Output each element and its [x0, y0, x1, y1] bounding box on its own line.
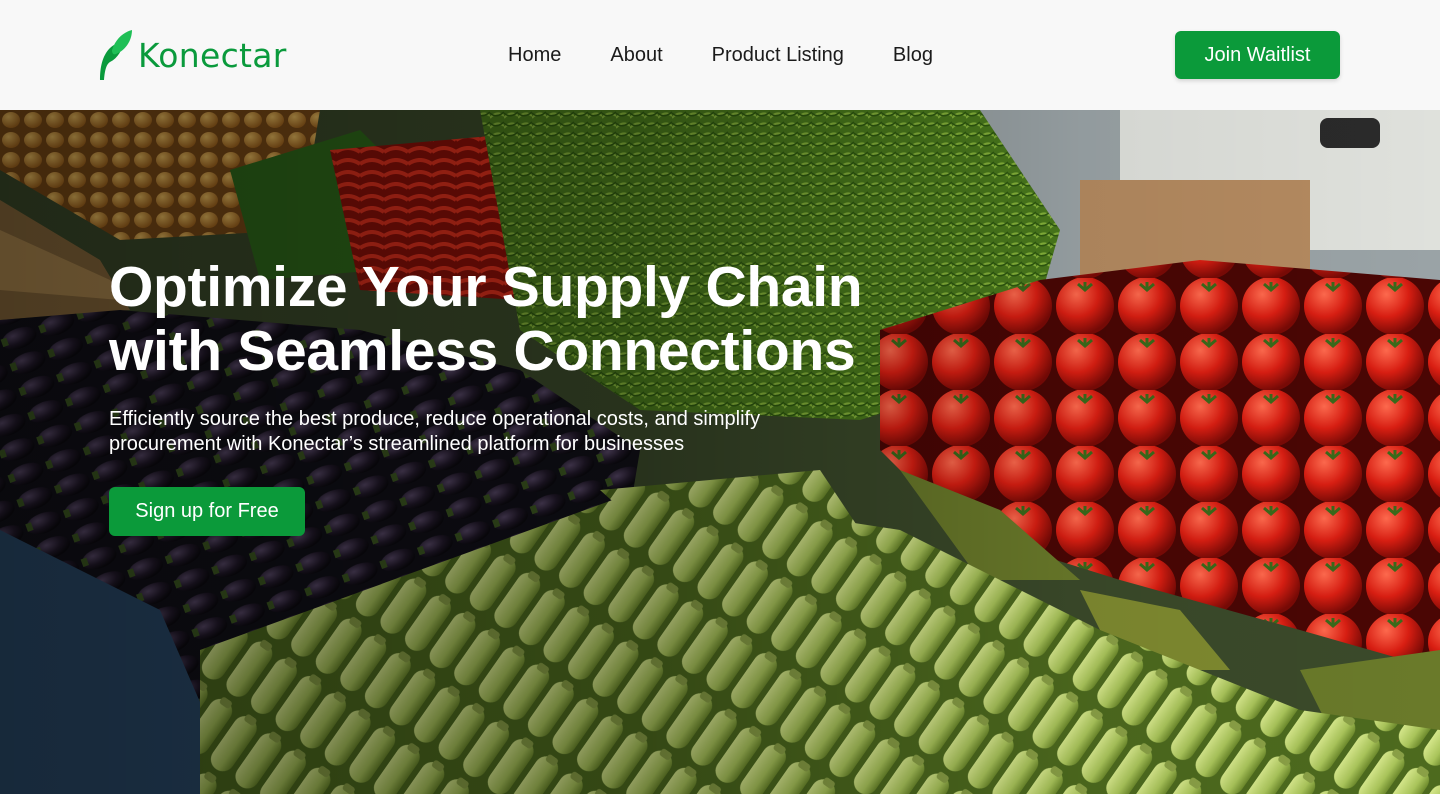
- nav-link-about[interactable]: About: [610, 42, 662, 68]
- logo-link[interactable]: Konectar: [98, 28, 287, 82]
- nav-link-product-listing[interactable]: Product Listing: [712, 42, 844, 68]
- hero-content: Optimize Your Supply Chain with Seamless…: [109, 255, 929, 536]
- hero-title: Optimize Your Supply Chain with Seamless…: [109, 255, 929, 383]
- nav-link-home[interactable]: Home: [508, 42, 561, 68]
- hero-title-line-2: with Seamless Connections: [109, 319, 856, 383]
- navbar: Konectar Home About Product Listing Blog…: [0, 0, 1440, 110]
- signup-button[interactable]: Sign up for Free: [109, 487, 305, 536]
- join-waitlist-button[interactable]: Join Waitlist: [1175, 31, 1340, 79]
- hero-title-line-1: Optimize Your Supply Chain: [109, 255, 863, 319]
- brand-name: Konectar: [138, 35, 287, 75]
- nav-link-blog[interactable]: Blog: [893, 42, 933, 68]
- leaf-icon: [100, 30, 132, 80]
- hero-section: Optimize Your Supply Chain with Seamless…: [0, 110, 1440, 794]
- main-nav: Home About Product Listing Blog: [508, 42, 933, 68]
- hero-subtitle: Efficiently source the best produce, red…: [109, 408, 761, 455]
